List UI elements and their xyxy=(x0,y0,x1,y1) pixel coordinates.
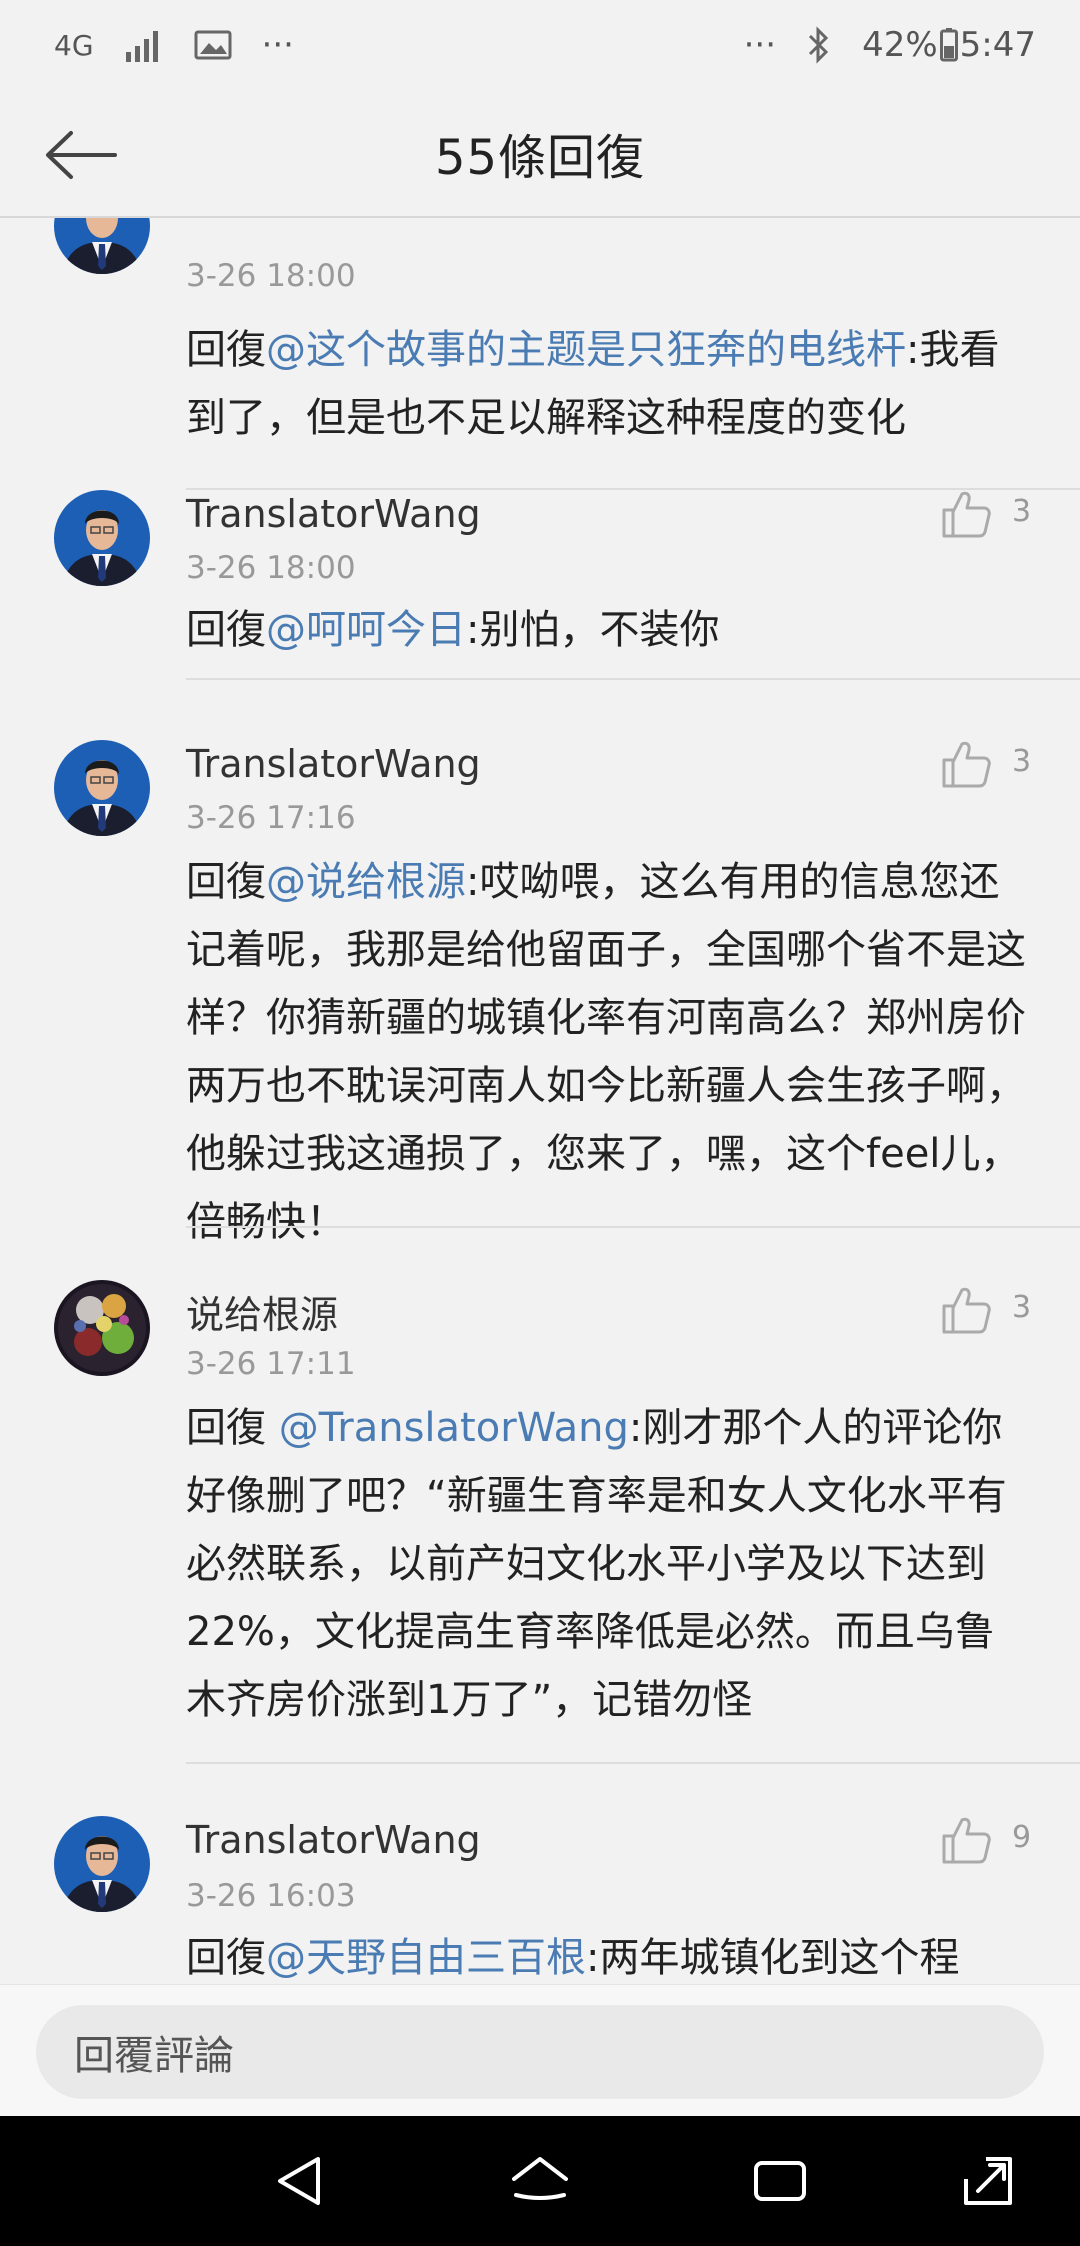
expand-nav-icon[interactable] xyxy=(956,2149,1020,2213)
comment-time: 3-26 18:00 xyxy=(186,550,356,586)
battery-percent: 42% xyxy=(862,25,938,65)
comment-author[interactable]: TranslatorWang xyxy=(186,742,481,786)
comment-text: :两年城镇化到这个程 xyxy=(586,1935,960,1981)
navigation-bar xyxy=(0,2116,1080,2246)
back-nav-icon[interactable] xyxy=(268,2149,332,2213)
avatar[interactable] xyxy=(54,740,150,836)
status-right: ··· 42% 5:47 xyxy=(744,25,1036,65)
comment-text: :哎呦喂，这么有用的信息您还记着呢，我那是给他留面子，全国哪个省不是这样？你猜新… xyxy=(186,859,1026,1245)
comment-body: 回復@说给根源:哎呦喂，这么有用的信息您还记着呢，我那是给他留面子，全国哪个省不… xyxy=(186,848,1032,1256)
mention-link[interactable]: @这个故事的主题是只狂奔的电线杆 xyxy=(266,327,906,373)
bluetooth-icon xyxy=(806,26,832,64)
mention-link[interactable]: @呵呵今日 xyxy=(266,607,466,653)
mention-link[interactable]: @说给根源 xyxy=(266,859,466,905)
comment-item: TranslatorWang 3 3-26 18:00 回復@呵呵今日:别怕，不… xyxy=(0,408,1080,680)
header: 55條回復 xyxy=(0,90,1080,218)
comment-author[interactable]: 说给根源 xyxy=(186,1284,338,1339)
avatar[interactable] xyxy=(54,1280,150,1376)
like-icon[interactable] xyxy=(940,738,992,790)
comment-time: 3-26 18:00 xyxy=(186,258,356,294)
comment-text: :刚才那个人的评论你好像删了吧？“新疆生育率是和女人文化水平有必然联系，以前产妇… xyxy=(186,1405,1007,1723)
status-more: ··· xyxy=(743,25,777,65)
battery-icon xyxy=(939,28,958,62)
comment-author[interactable]: TranslatorWang xyxy=(186,1818,481,1862)
page-title: 55條回復 xyxy=(434,130,646,186)
home-nav-icon[interactable] xyxy=(508,2149,572,2213)
comment-body: 回復@天野自由三百根:两年城镇化到这个程 xyxy=(186,1924,1032,1984)
comment-author[interactable]: TranslatorWang xyxy=(186,492,481,536)
status-left: 4G ··· xyxy=(54,25,294,65)
comment-body: 回復 @TranslatorWang:刚才那个人的评论你好像删了吧？“新疆生育率… xyxy=(186,1394,1032,1734)
like-count: 3 xyxy=(1012,494,1032,529)
network-type: 4G xyxy=(54,28,94,62)
reply-bar: 回覆評論 xyxy=(0,1984,1080,2116)
reply-prefix: 回復 xyxy=(186,607,266,653)
like-count: 3 xyxy=(1012,744,1032,779)
comment-time: 3-26 16:03 xyxy=(186,1878,356,1914)
comment-item: TranslatorWang 9 3-26 16:03 回復@天野自由三百根:两… xyxy=(0,1762,1080,1984)
comment-text: :别怕，不装你 xyxy=(466,607,720,653)
comment-item: 说给根源 3 3-26 17:11 回復 @TranslatorWang:刚才那… xyxy=(0,1226,1080,1776)
like-count: 3 xyxy=(1012,1290,1032,1325)
back-button[interactable] xyxy=(40,120,120,190)
notification-more: ··· xyxy=(261,25,294,65)
reply-prefix: 回復 xyxy=(186,327,266,373)
reply-prefix: 回復 xyxy=(186,859,266,905)
back-arrow-icon xyxy=(46,131,117,179)
comment-body: 回復@呵呵今日:别怕，不装你 xyxy=(186,596,1032,664)
comment-time: 3-26 17:16 xyxy=(186,800,356,836)
like-icon[interactable] xyxy=(940,1284,992,1336)
battery-group: 42% 5:47 xyxy=(862,25,1036,65)
signal-icon xyxy=(124,28,164,62)
mention-link[interactable]: @天野自由三百根 xyxy=(266,1935,586,1981)
avatar[interactable] xyxy=(54,218,150,274)
image-icon xyxy=(194,29,232,61)
avatar[interactable] xyxy=(54,1816,150,1912)
status-bar: 4G ··· ··· 42% 5:47 xyxy=(0,0,1080,90)
comment-time: 3-26 17:11 xyxy=(186,1346,356,1382)
reply-prefix: 回復 xyxy=(186,1405,279,1451)
clock: 5:47 xyxy=(959,25,1036,65)
comment-list[interactable]: 3-26 18:00 回復@这个故事的主题是只狂奔的电线杆:我看到了，但是也不足… xyxy=(0,218,1080,1984)
reply-placeholder: 回覆評論 xyxy=(74,2033,234,2079)
comment-item: TranslatorWang 3 3-26 17:16 回復@说给根源:哎呦喂，… xyxy=(0,680,1080,1260)
like-icon[interactable] xyxy=(940,1814,992,1866)
like-icon[interactable] xyxy=(940,488,992,540)
mention-link[interactable]: @TranslatorWang xyxy=(279,1405,629,1451)
recents-nav-icon[interactable] xyxy=(748,2149,812,2213)
reply-input[interactable]: 回覆評論 xyxy=(36,2005,1044,2099)
like-count: 9 xyxy=(1012,1820,1032,1855)
reply-prefix: 回復 xyxy=(186,1935,266,1981)
avatar[interactable] xyxy=(54,490,150,586)
app-root: 4G ··· ··· 42% 5:47 55條回復 3-26 18:00 回復@… xyxy=(0,0,1080,2246)
